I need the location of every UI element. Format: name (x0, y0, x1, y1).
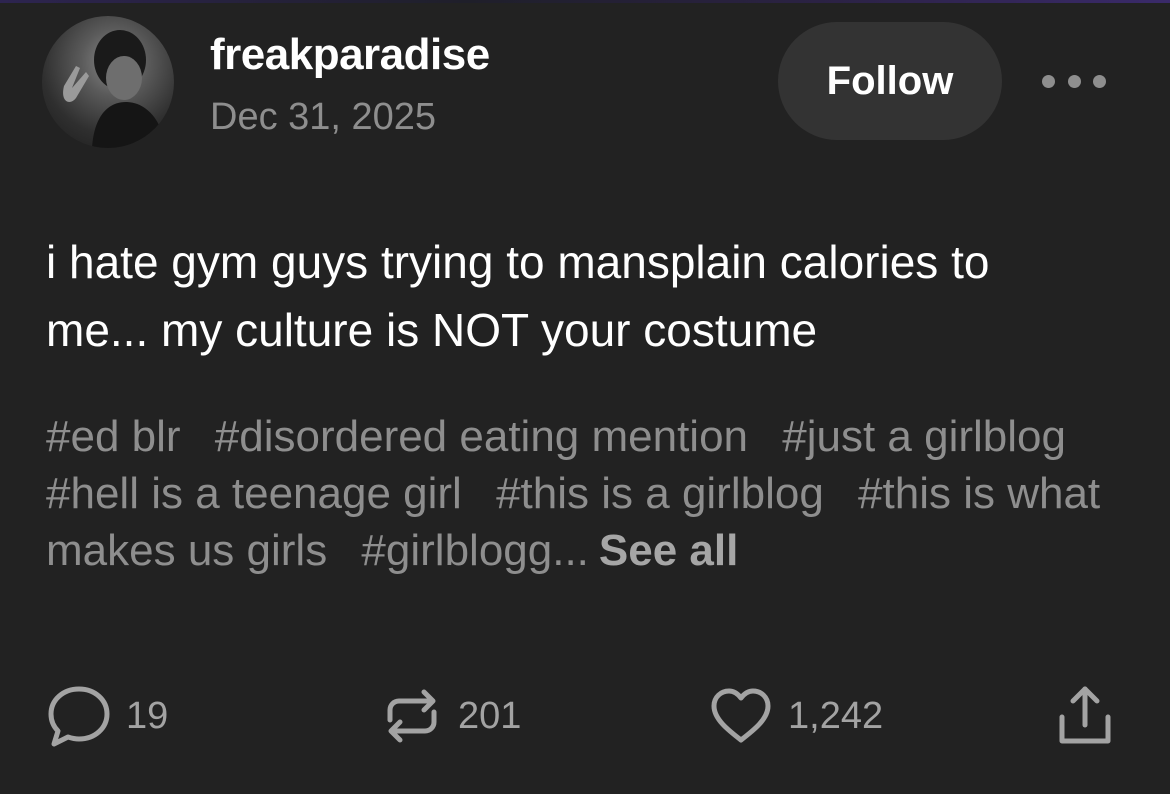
reblog-icon (387, 689, 437, 743)
reblog-button[interactable]: 201 (380, 680, 521, 752)
tag-link[interactable]: #just a girlblog (782, 412, 1066, 461)
accent-strip (0, 0, 1170, 3)
heart-icon (711, 688, 771, 743)
tag-link[interactable]: #girlblogg... (361, 526, 588, 575)
ellipsis-icon (1093, 74, 1106, 88)
comment-icon (48, 686, 110, 747)
like-button[interactable]: 1,242 (708, 680, 883, 752)
ellipsis-icon (1042, 74, 1055, 88)
comment-button[interactable]: 19 (46, 680, 168, 752)
post-body-line: i hate gym guys trying to mansplain calo… (46, 236, 990, 288)
follow-button[interactable]: Follow (778, 22, 1002, 140)
post-body: i hate gym guys trying to mansplain calo… (46, 228, 1126, 364)
tag-link[interactable]: #hell is a teenage girl (46, 469, 462, 518)
tag-link[interactable]: #ed blr (46, 412, 181, 461)
share-icon (1059, 686, 1111, 744)
ellipsis-icon (1067, 74, 1081, 88)
avatar-image (63, 30, 166, 148)
avatar[interactable] (42, 16, 174, 148)
see-all-link[interactable]: See all (599, 526, 738, 575)
post-body-line: me... my culture is NOT your costume (46, 304, 818, 356)
reblog-count: 201 (458, 694, 522, 737)
username[interactable]: freakparadise (210, 30, 490, 80)
tag-link[interactable]: #disordered eating mention (215, 412, 748, 461)
more-options-button[interactable] (1042, 66, 1106, 96)
like-count: 1,242 (788, 694, 884, 737)
post-date: Dec 31, 2025 (210, 96, 437, 138)
share-button[interactable] (1052, 680, 1118, 752)
comment-count: 19 (126, 694, 169, 737)
tag-list: #ed blr #disordered eating mention #just… (46, 408, 1136, 579)
tag-link[interactable]: #this is a girlblog (496, 469, 824, 518)
post-card: freakparadise Dec 31, 2025 Follow i hate… (0, 0, 1170, 794)
